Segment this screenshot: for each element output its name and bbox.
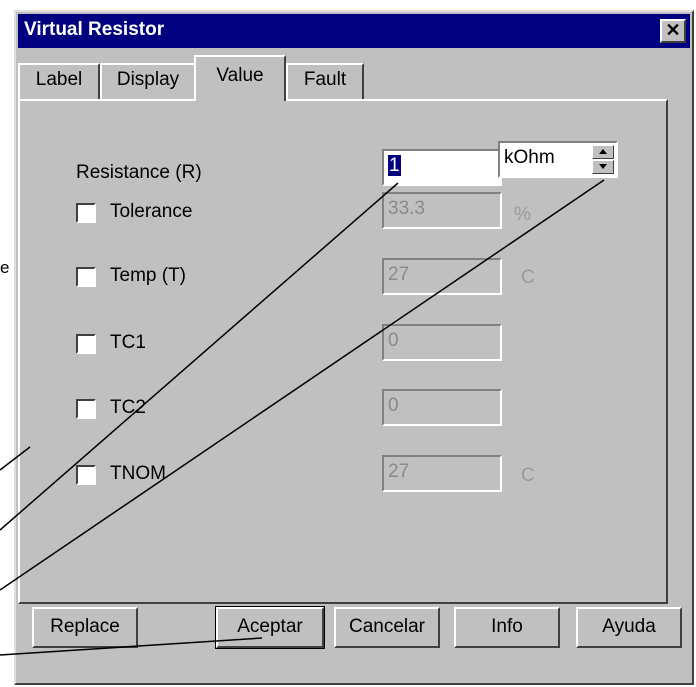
tab-display[interactable]: Display [100,63,196,99]
tab-label[interactable]: Label [18,63,100,99]
info-button[interactable]: Info [454,607,560,648]
window-title: Virtual Resistor [24,19,165,40]
resistance-unit-value: kOhm [504,147,555,168]
resistance-label: Resistance (R) [76,162,202,183]
resistance-value: 1 [388,155,401,176]
tolerance-label: Tolerance [110,201,193,222]
tolerance-checkbox[interactable] [76,203,96,223]
replace-button[interactable]: Replace [32,607,138,648]
unit-spinner[interactable] [592,145,614,174]
help-button[interactable]: Ayuda [576,607,682,648]
tc2-label: TC2 [110,397,146,418]
resistance-unit-select[interactable]: kOhm [498,141,618,178]
tnom-input[interactable]: 27 [382,455,502,492]
accept-button[interactable]: Aceptar [215,606,325,649]
temp-label: Temp (T) [110,265,186,286]
tc2-input[interactable]: 0 [382,389,502,426]
tnom-unit: C [521,465,535,486]
tc1-input[interactable]: 0 [382,324,502,361]
tolerance-unit: % [514,204,531,225]
resistance-input[interactable]: 1 [382,149,502,186]
temp-unit: C [521,267,535,288]
tnom-checkbox[interactable] [76,465,96,485]
title-bar[interactable]: Virtual Resistor ✕ [18,14,690,48]
tc2-checkbox[interactable] [76,399,96,419]
spin-up-icon[interactable] [592,145,614,159]
tnom-label: TNOM [110,463,166,484]
tolerance-input[interactable]: 33.3 [382,192,502,229]
temp-checkbox[interactable] [76,267,96,287]
tab-value[interactable]: Value [194,55,286,101]
tc1-label: TC1 [110,332,146,353]
tc1-checkbox[interactable] [76,334,96,354]
clipped-edge-text: e [0,258,10,277]
temp-input[interactable]: 27 [382,258,502,295]
tab-fault[interactable]: Fault [286,63,364,99]
cancel-button[interactable]: Cancelar [334,607,440,648]
close-icon[interactable]: ✕ [660,19,686,43]
spin-down-icon[interactable] [592,160,614,174]
